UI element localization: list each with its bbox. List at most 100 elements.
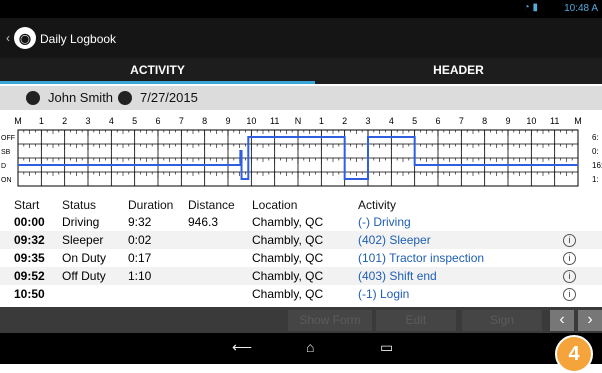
duty-row-label: D bbox=[1, 163, 6, 170]
duty-row-total: 1: bbox=[592, 175, 599, 184]
hour-label: 2 bbox=[342, 116, 347, 126]
row-activity-link[interactable]: (403) Shift end bbox=[358, 269, 437, 283]
duty-status-graph: M 1 2 3 4 5 6 7 8 9 10 11 N 1 2 3 4 5 6 7 8 9 10 11 M OFF SB D ON 6… bbox=[1, 116, 602, 187]
app-title: Daily Logbook bbox=[40, 32, 117, 46]
duty-row-label: OFF bbox=[1, 135, 15, 142]
row-duration: 0:17 bbox=[128, 251, 152, 265]
hour-label: 7 bbox=[459, 116, 464, 126]
system-nav-bar: ⟵ ⌂ ▭ bbox=[0, 333, 602, 364]
row-location: Chambly, QC bbox=[252, 233, 324, 247]
row-start: 09:52 bbox=[14, 269, 45, 283]
hour-label: 1 bbox=[39, 116, 44, 126]
next-day-button[interactable]: › bbox=[578, 310, 602, 331]
row-start: 09:35 bbox=[14, 251, 45, 265]
driver-name: John Smith bbox=[48, 90, 114, 105]
hour-label: 8 bbox=[482, 116, 487, 126]
hour-label: 5 bbox=[412, 116, 417, 126]
calendar-icon bbox=[118, 91, 132, 105]
sign-button[interactable]: Sign bbox=[462, 310, 542, 331]
row-location: Chambly, QC bbox=[252, 251, 324, 265]
row-location: Chambly, QC bbox=[252, 215, 324, 229]
hour-label: 7 bbox=[179, 116, 184, 126]
hour-label: 4 bbox=[389, 116, 394, 126]
row-duration: 1:10 bbox=[128, 269, 152, 283]
row-activity-link[interactable]: (402) Sleeper bbox=[358, 233, 431, 247]
row-start: 10:50 bbox=[14, 287, 45, 301]
tab-header[interactable]: HEADER bbox=[315, 58, 602, 84]
hour-label: 6 bbox=[155, 116, 160, 126]
duty-row-total: 0: bbox=[592, 147, 599, 156]
col-activity: Activity bbox=[358, 198, 397, 212]
row-location: Chambly, QC bbox=[252, 287, 324, 301]
hour-label: 10 bbox=[526, 116, 536, 126]
app-title-bar: ‹ ◉ Daily Logbook bbox=[0, 18, 602, 58]
col-status: Status bbox=[62, 198, 97, 212]
row-status: Off Duty bbox=[62, 269, 106, 283]
app-logo-icon: ◉ bbox=[14, 27, 36, 49]
wifi-battery-icon: ◔ ▮ bbox=[523, 2, 538, 13]
hour-label: 9 bbox=[225, 116, 230, 126]
duty-row-total: 16: bbox=[592, 161, 602, 170]
info-icon[interactable]: i bbox=[563, 252, 576, 265]
status-bar: ◔ ▮ 10:48 A bbox=[0, 0, 602, 18]
tab-bar: ACTIVITY HEADER bbox=[0, 58, 602, 84]
back-icon[interactable]: ‹ bbox=[6, 31, 10, 45]
tab-activity-label: ACTIVITY bbox=[130, 63, 185, 77]
row-location: Chambly, QC bbox=[252, 269, 324, 283]
show-form-button[interactable]: Show Form bbox=[288, 310, 372, 331]
table-row[interactable]: 09:52 Off Duty 1:10 Chambly, QC (403) Sh… bbox=[0, 267, 602, 285]
table-row[interactable]: 09:35 On Duty 0:17 Chambly, QC (101) Tra… bbox=[0, 249, 602, 267]
info-icon[interactable]: i bbox=[563, 234, 576, 247]
previous-day-button[interactable]: ‹ bbox=[550, 310, 574, 331]
col-duration: Duration bbox=[128, 198, 174, 212]
table-row[interactable]: 09:32 Sleeper 0:02 Chambly, QC (402) Sle… bbox=[0, 231, 602, 249]
hour-label: 3 bbox=[365, 116, 370, 126]
person-icon bbox=[26, 91, 40, 105]
duty-row-total: 6: bbox=[592, 133, 599, 142]
tab-header-label: HEADER bbox=[433, 63, 484, 77]
hour-label: 5 bbox=[132, 116, 137, 126]
col-start: Start bbox=[14, 198, 40, 212]
hour-label: 3 bbox=[85, 116, 90, 126]
row-activity-link[interactable]: (101) Tractor inspection bbox=[358, 251, 484, 265]
driver-info-bar: John Smith 7/27/2015 bbox=[0, 86, 602, 110]
col-location: Location bbox=[252, 198, 298, 212]
hour-label: M bbox=[14, 116, 22, 126]
hour-label: 11 bbox=[270, 116, 279, 126]
row-activity-link[interactable]: (-1) Login bbox=[358, 287, 409, 301]
row-duration: 0:02 bbox=[128, 233, 152, 247]
hour-label: 2 bbox=[62, 116, 67, 126]
hour-label: 10 bbox=[246, 116, 256, 126]
hour-label: 1 bbox=[319, 116, 324, 126]
row-distance: 946.3 bbox=[188, 215, 219, 229]
info-icon[interactable]: i bbox=[563, 270, 576, 283]
row-start: 09:32 bbox=[14, 233, 45, 247]
log-date: 7/27/2015 bbox=[140, 90, 198, 105]
duty-row-label: SB bbox=[1, 149, 11, 156]
nav-recents-icon[interactable]: ▭ bbox=[380, 339, 393, 356]
row-status: On Duty bbox=[62, 251, 107, 265]
col-distance: Distance bbox=[188, 198, 235, 212]
row-activity-link[interactable]: (-) Driving bbox=[358, 215, 411, 229]
hour-label: 4 bbox=[109, 116, 114, 126]
hour-label: 6 bbox=[435, 116, 440, 126]
edit-button[interactable]: Edit bbox=[376, 310, 456, 331]
hour-label: 8 bbox=[202, 116, 207, 126]
info-icon[interactable]: i bbox=[563, 288, 576, 301]
hour-label: 11 bbox=[550, 116, 559, 126]
active-tab-indicator bbox=[0, 81, 315, 84]
table-row[interactable]: 10:50 Chambly, QC (-1) Login i bbox=[0, 285, 602, 303]
row-status: Driving bbox=[62, 215, 100, 229]
hour-label: M bbox=[574, 116, 582, 126]
nav-back-icon[interactable]: ⟵ bbox=[232, 339, 252, 356]
row-status: Sleeper bbox=[62, 233, 104, 247]
row-duration: 9:32 bbox=[128, 215, 152, 229]
table-header: Start Status Duration Distance Location … bbox=[0, 196, 602, 212]
nav-home-icon[interactable]: ⌂ bbox=[306, 339, 314, 355]
table-row[interactable]: 00:00 Driving 9:32 946.3 Chambly, QC (-)… bbox=[0, 213, 602, 231]
clock: 10:48 A bbox=[564, 3, 598, 14]
row-start: 00:00 bbox=[14, 215, 45, 229]
tab-activity[interactable]: ACTIVITY bbox=[0, 58, 315, 84]
duty-row-label: ON bbox=[1, 177, 12, 184]
action-bar: Show Form Edit Sign ‹ › bbox=[0, 307, 602, 333]
